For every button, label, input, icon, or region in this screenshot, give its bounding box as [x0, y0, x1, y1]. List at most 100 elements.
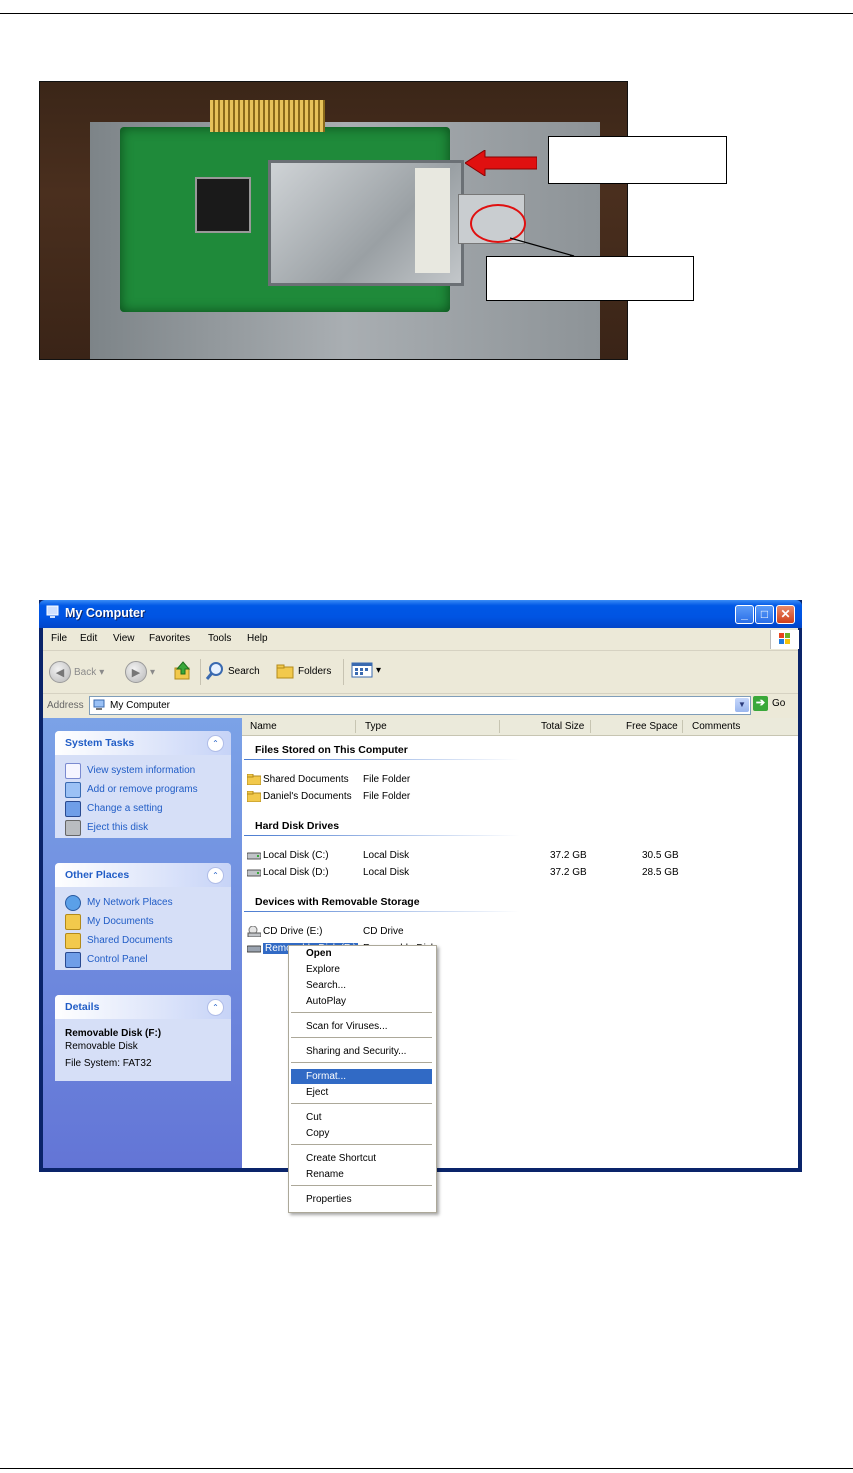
- menu-separator: [291, 1062, 432, 1063]
- address-label: Address: [47, 700, 84, 711]
- folders-label: Folders: [298, 665, 332, 677]
- list-item[interactable]: CD Drive (E:) CD Drive: [247, 924, 797, 940]
- folders-button[interactable]: Folders: [275, 661, 331, 681]
- menu-item-open[interactable]: Open: [291, 946, 432, 961]
- menu-item-rename[interactable]: Rename: [291, 1167, 432, 1182]
- column-comments[interactable]: Comments: [692, 721, 740, 732]
- menu-item-cut[interactable]: Cut: [291, 1110, 432, 1125]
- go-arrow-icon: ➔: [753, 696, 768, 711]
- menu-item-scan-for-viruses[interactable]: Scan for Viruses...: [291, 1019, 432, 1034]
- menu-item-create-shortcut[interactable]: Create Shortcut: [291, 1151, 432, 1166]
- task-eject-disk[interactable]: Eject this disk: [65, 818, 231, 837]
- column-divider[interactable]: [499, 720, 500, 733]
- menu-item-explore[interactable]: Explore: [291, 962, 432, 977]
- address-bar: Address My Computer ▼ ➔ Go: [43, 694, 798, 717]
- toolbar-separator: [343, 659, 344, 685]
- network-icon: [65, 894, 81, 911]
- item-total-size: 37.2 GB: [550, 867, 587, 878]
- close-button[interactable]: ✕: [776, 605, 795, 624]
- list-item[interactable]: Local Disk (C:) Local Disk 37.2 GB 30.5 …: [247, 848, 797, 864]
- group-header: Hard Disk Drives: [255, 820, 340, 832]
- task-change-setting[interactable]: Change a setting: [65, 799, 231, 818]
- menu-edit[interactable]: Edit: [80, 633, 97, 644]
- menu-favorites[interactable]: Favorites: [149, 633, 190, 644]
- details-header[interactable]: Details ⌃: [55, 995, 231, 1019]
- my-documents-icon: [65, 913, 81, 930]
- details-title: Details: [65, 1001, 100, 1013]
- up-folder-button[interactable]: [173, 661, 193, 681]
- maximize-button[interactable]: □: [755, 605, 774, 624]
- address-field[interactable]: My Computer ▼: [89, 696, 751, 715]
- menu-view[interactable]: View: [113, 633, 135, 644]
- edge-connector: [210, 100, 325, 132]
- column-total-size[interactable]: Total Size: [541, 721, 584, 732]
- details-type: Removable Disk: [65, 1041, 138, 1052]
- place-my-network-places[interactable]: My Network Places: [65, 893, 231, 912]
- top-rule: [0, 13, 853, 14]
- task-label: Add or remove programs: [87, 784, 198, 795]
- control-panel-icon: [65, 800, 81, 817]
- collapse-icon[interactable]: ⌃: [207, 735, 224, 752]
- column-divider[interactable]: [590, 720, 591, 733]
- menu-item-sharing-security[interactable]: Sharing and Security...: [291, 1044, 432, 1059]
- minimize-button[interactable]: _: [735, 605, 754, 624]
- collapse-icon[interactable]: ⌃: [207, 867, 224, 884]
- menu-separator: [291, 1037, 432, 1038]
- list-item[interactable]: Local Disk (D:) Local Disk 37.2 GB 28.5 …: [247, 865, 797, 881]
- menu-item-label: Cut: [306, 1112, 322, 1123]
- item-name: Daniel's Documents: [263, 791, 352, 802]
- menu-item-properties[interactable]: Properties: [291, 1192, 432, 1207]
- menu-item-label: Rename: [306, 1169, 344, 1180]
- title-bar[interactable]: My Computer _ □ ✕: [39, 600, 802, 628]
- search-label: Search: [228, 665, 260, 677]
- bottom-rule: [0, 1468, 853, 1469]
- place-my-documents[interactable]: My Documents: [65, 912, 231, 931]
- column-free-space[interactable]: Free Space: [626, 721, 678, 732]
- menu-file[interactable]: File: [51, 633, 67, 644]
- system-tasks-header[interactable]: System Tasks ⌃: [55, 731, 231, 755]
- windows-logo-icon: [770, 630, 799, 649]
- forward-button[interactable]: ▶ ▾: [125, 661, 155, 683]
- menu-item-search[interactable]: Search...: [291, 978, 432, 993]
- computer-icon: [93, 699, 105, 710]
- list-item[interactable]: Daniel's Documents File Folder: [247, 789, 797, 805]
- item-name: Local Disk (D:): [263, 867, 329, 878]
- system-info-icon: [65, 762, 81, 779]
- group-header: Devices with Removable Storage: [255, 896, 420, 908]
- menu-help[interactable]: Help: [247, 633, 268, 644]
- standard-toolbar: ◀ Back ▾ ▶ ▾ Search Folders ▾: [43, 651, 798, 694]
- item-type: File Folder: [363, 774, 411, 785]
- column-divider[interactable]: [355, 720, 356, 733]
- column-type[interactable]: Type: [365, 721, 387, 732]
- folder-icon: [65, 932, 81, 949]
- task-add-remove-programs[interactable]: Add or remove programs: [65, 780, 231, 799]
- other-places-panel: Other Places ⌃ My Network Places My Docu…: [55, 863, 231, 970]
- views-button[interactable]: ▾: [351, 661, 381, 679]
- collapse-icon[interactable]: ⌃: [207, 999, 224, 1016]
- other-places-header[interactable]: Other Places ⌃: [55, 863, 231, 887]
- menu-tools[interactable]: Tools: [208, 633, 231, 644]
- context-menu: Open Explore Search... AutoPlay Scan for…: [288, 945, 437, 1213]
- item-type: Local Disk: [363, 850, 410, 861]
- go-button[interactable]: ➔ Go: [753, 696, 785, 711]
- task-view-system-info[interactable]: View system information: [65, 761, 231, 780]
- menu-item-format[interactable]: Format...: [291, 1069, 432, 1084]
- back-button[interactable]: ◀ Back ▾: [49, 661, 104, 683]
- list-item[interactable]: Shared Documents File Folder: [247, 772, 797, 788]
- address-dropdown-icon[interactable]: ▼: [735, 698, 749, 712]
- menu-item-autoplay[interactable]: AutoPlay: [291, 994, 432, 1009]
- details-panel: Details ⌃ Removable Disk (F:) Removable …: [55, 995, 231, 1081]
- menu-item-eject[interactable]: Eject: [291, 1085, 432, 1100]
- place-control-panel[interactable]: Control Panel: [65, 950, 231, 969]
- item-type: CD Drive: [363, 926, 404, 937]
- search-button[interactable]: Search: [205, 661, 260, 681]
- task-label: Eject this disk: [87, 822, 149, 833]
- column-name[interactable]: Name: [250, 721, 277, 732]
- hard-disk-icon: [247, 869, 261, 877]
- place-shared-documents[interactable]: Shared Documents: [65, 931, 231, 950]
- task-label: Change a setting: [87, 803, 163, 814]
- menu-item-copy[interactable]: Copy: [291, 1126, 432, 1141]
- item-total-size: 37.2 GB: [550, 850, 587, 861]
- views-dropdown-icon: ▾: [376, 664, 382, 676]
- column-divider[interactable]: [682, 720, 683, 733]
